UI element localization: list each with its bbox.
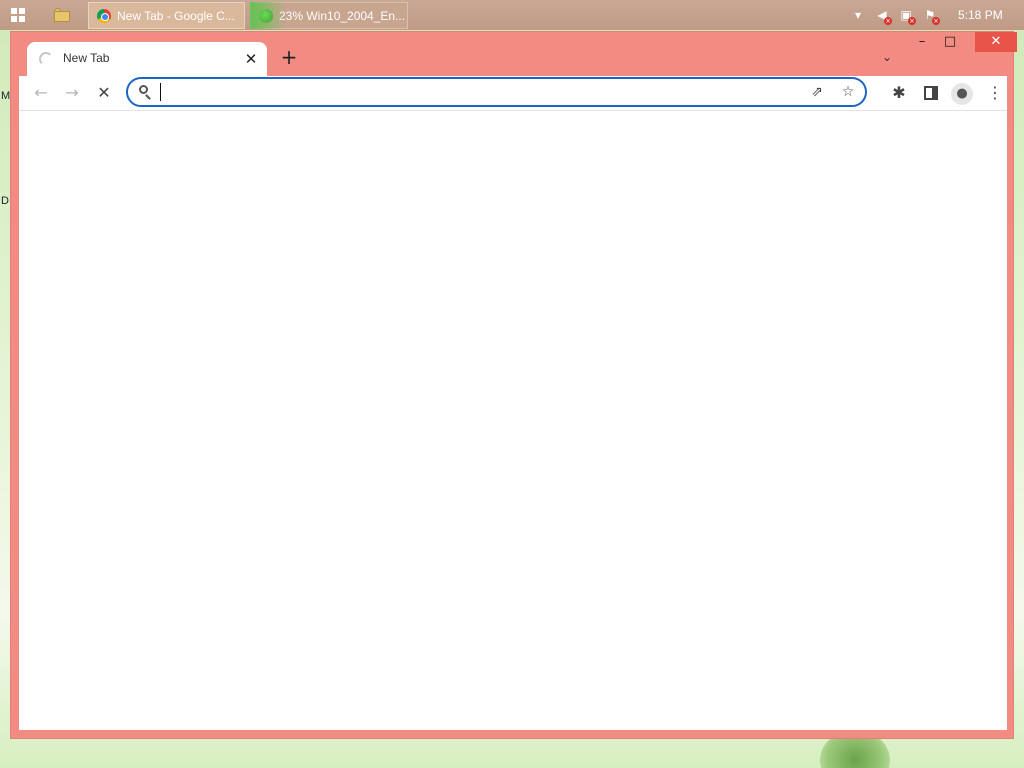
address-input[interactable] <box>158 82 798 102</box>
maximize-button[interactable]: □ <box>939 32 961 52</box>
text-caret <box>160 83 161 101</box>
tab-title: New Tab <box>63 51 110 65</box>
address-bar[interactable]: ⇗ ☆ <box>126 77 867 107</box>
file-explorer-icon[interactable] <box>54 8 70 22</box>
stop-loading-icon[interactable]: ✕ <box>92 82 116 104</box>
clock[interactable]: 5:18 PM <box>958 8 1003 22</box>
download-manager-icon <box>259 8 273 23</box>
taskbar-task-download[interactable]: 23% Win10_2004_En... <box>250 2 408 29</box>
forward-arrow-icon[interactable]: → <box>60 82 84 104</box>
browser-toolbar: ← → ✕ ⇗ ☆ ✱ ● ⋮ <box>19 76 1007 110</box>
extensions-puzzle-icon[interactable]: ✱ <box>887 82 911 104</box>
chevron-up-icon[interactable]: ▾ <box>850 7 866 23</box>
tab-close-icon[interactable]: ✕ <box>242 50 260 68</box>
desktop-icon-label-fragment: D <box>1 195 9 207</box>
windows-start-icon[interactable] <box>11 8 25 22</box>
share-icon[interactable]: ⇗ <box>808 83 826 101</box>
taskbar-task-chrome[interactable]: New Tab - Google C... <box>88 2 245 29</box>
network-error-icon[interactable]: ▣ × <box>898 7 916 25</box>
taskbar-task-label: New Tab - Google C... <box>117 8 235 23</box>
menu-kebab-icon[interactable]: ⋮ <box>983 82 1007 104</box>
minimize-button[interactable]: – <box>911 32 933 52</box>
chrome-icon <box>97 8 111 23</box>
side-panel-icon[interactable] <box>919 82 943 104</box>
tab-new-tab[interactable]: New Tab ✕ <box>27 42 267 76</box>
taskbar: New Tab - Google C... 23% Win10_2004_En.… <box>0 0 1024 30</box>
browser-window: – □ ✕ ⌄ New Tab ✕ + ← → ✕ ⇗ ☆ ✱ ● ⋮ <box>10 31 1017 739</box>
search-icon <box>138 84 154 100</box>
flag-error-icon[interactable]: ⚑ × <box>922 7 940 25</box>
profile-avatar-icon[interactable]: ● <box>951 83 973 105</box>
page-content[interactable] <box>19 110 1007 730</box>
speaker-muted-icon[interactable]: ◀ × <box>874 7 892 25</box>
taskbar-task-label: 23% Win10_2004_En... <box>279 8 406 23</box>
loading-spinner-icon <box>39 52 53 66</box>
desktop-icon-label-fragment: M <box>1 90 11 102</box>
new-tab-button[interactable]: + <box>277 46 301 70</box>
back-arrow-icon[interactable]: ← <box>29 82 53 104</box>
bookmark-star-icon[interactable]: ☆ <box>839 83 857 101</box>
tab-search-dropdown-icon[interactable]: ⌄ <box>877 47 897 67</box>
close-window-button[interactable]: ✕ <box>975 32 1017 52</box>
